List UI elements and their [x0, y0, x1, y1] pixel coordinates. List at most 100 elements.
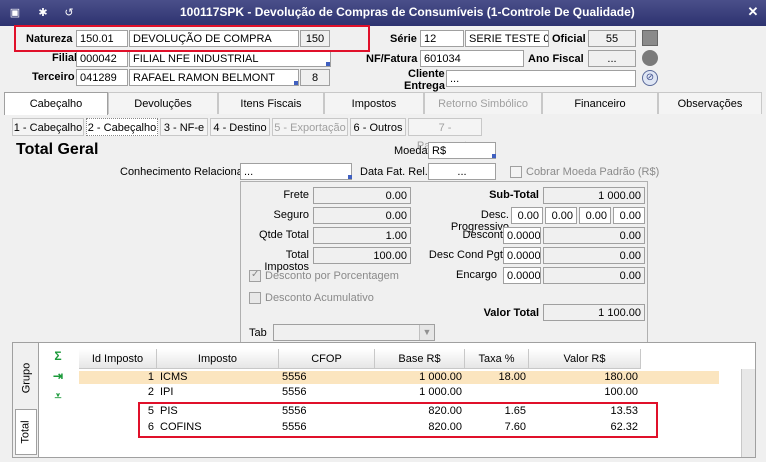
- column-header-imposto[interactable]: Imposto: [157, 349, 279, 369]
- tab-observacoes[interactable]: Observações: [658, 92, 762, 114]
- terceiro-num-field: 8: [300, 69, 330, 86]
- desc-cond-pgto-pct-field[interactable]: 0.0000: [503, 247, 541, 264]
- natureza-desc-field[interactable]: DEVOLUÇÃO DE COMPRA: [129, 30, 299, 47]
- natureza-code-field[interactable]: 150.01: [76, 30, 128, 47]
- cell-base: 1 000.00: [419, 371, 462, 383]
- export-icon[interactable]: ⇥: [51, 369, 65, 383]
- tab-cabecalho[interactable]: Cabeçalho: [4, 92, 108, 115]
- filial-code-field[interactable]: 000042: [76, 50, 128, 67]
- desconto-porcentagem-label: Desconto por Porcentagem: [265, 270, 399, 282]
- desc-progressivo-field-4[interactable]: 0.00: [613, 207, 645, 224]
- grid-tools: Σ ⇥ ⩡: [39, 343, 79, 457]
- serie-desc-field[interactable]: SERIE TESTE 01.1: [465, 30, 549, 47]
- fiscal-lookup-icon[interactable]: [642, 50, 658, 66]
- valor-total-field: 1 100.00: [543, 304, 645, 321]
- cliente-label: Cliente: [408, 68, 445, 80]
- desc-progressivo-field-1[interactable]: 0.00: [511, 207, 543, 224]
- table-row[interactable]: 1 ICMS 5556 1 000.00 18.00 180.00: [79, 371, 719, 384]
- tab-label: Tab: [249, 327, 267, 339]
- column-header-id[interactable]: Id Imposto: [79, 349, 157, 369]
- moeda-field[interactable]: R$: [428, 142, 496, 159]
- cobrar-moeda-checkbox[interactable]: [510, 166, 522, 178]
- column-header-cfop[interactable]: CFOP: [279, 349, 375, 369]
- cell-valor: 62.32: [610, 421, 638, 433]
- terceiro-code-field[interactable]: 041289: [76, 69, 128, 86]
- tab-financeiro[interactable]: Financeiro: [542, 92, 658, 114]
- ano-fiscal-field[interactable]: ...: [588, 50, 636, 67]
- desconto-acumulativo-checkbox[interactable]: [249, 292, 261, 304]
- window-title: 100117SPK - Devolução de Compras de Cons…: [180, 5, 635, 19]
- cell-base: 820.00: [428, 405, 462, 417]
- filial-desc-field[interactable]: FILIAL NFE INDUSTRIAL: [129, 50, 331, 67]
- desconto-pct-field[interactable]: 0.0000: [503, 227, 541, 244]
- filter-down-icon[interactable]: ⩡: [51, 389, 65, 403]
- traffic-light-icon[interactable]: ✱: [36, 6, 50, 20]
- desconto-label: Desconto: [462, 229, 509, 241]
- subtab-4-destino[interactable]: 4 - Destino: [210, 118, 270, 136]
- qtde-total-label: Qtde Total: [259, 229, 309, 241]
- subtotal-label: Sub-Total: [489, 189, 539, 201]
- subtab-1-cabecalho[interactable]: 1 - Cabeçalho: [12, 118, 84, 136]
- serie-label: Série: [390, 33, 417, 45]
- tab-select[interactable]: [273, 324, 435, 341]
- cell-taxa: 18.00: [498, 371, 526, 383]
- tab-devolucoes[interactable]: Devoluções: [108, 92, 218, 114]
- lookup-marker-icon: [348, 175, 352, 179]
- section-title: Total Geral: [16, 141, 99, 158]
- desconto-value-field: 0.00: [543, 227, 645, 244]
- subtotal-field: 1 000.00: [543, 187, 645, 204]
- desconto-porcentagem-checkbox[interactable]: ✓: [249, 269, 261, 282]
- subtab-2-cabecalho[interactable]: 2 - Cabeçalho: [86, 118, 158, 136]
- title-bar: ▣ ✱ ↺ 100117SPK - Devolução de Compras d…: [0, 0, 766, 26]
- side-tab-grupo[interactable]: Grupo: [15, 349, 37, 407]
- subtab-5-exportacao: 5 - Exportação: [272, 118, 348, 136]
- lookup-marker-icon: [492, 154, 496, 158]
- link-icon[interactable]: ⊘: [642, 70, 658, 86]
- frete-field[interactable]: 0.00: [313, 187, 411, 204]
- nf-field[interactable]: 601034: [420, 50, 524, 67]
- grid-scrollbar[interactable]: [741, 369, 755, 457]
- subtab-6-outros[interactable]: 6 - Outros: [350, 118, 406, 136]
- table-row[interactable]: 5 PIS 5556 820.00 1.65 13.53: [79, 405, 719, 418]
- desc-progressivo-field-2[interactable]: 0.00: [545, 207, 577, 224]
- cell-valor: 13.53: [610, 405, 638, 417]
- lookup-marker-icon: [326, 62, 330, 66]
- seguro-field[interactable]: 0.00: [313, 207, 411, 224]
- nf-label: NF/Fatura: [366, 53, 418, 65]
- valor-total-label: Valor Total: [483, 307, 539, 319]
- grid-side-tabs: Grupo Total: [13, 343, 39, 457]
- close-button[interactable]: ✕: [746, 5, 760, 19]
- sum-icon[interactable]: Σ: [51, 349, 65, 363]
- cell-cfop: 5556: [282, 371, 307, 383]
- column-header-base[interactable]: Base R$: [375, 349, 465, 369]
- main-tabs: Cabeçalho Devoluções Itens Fiscais Impos…: [4, 92, 762, 115]
- table-row[interactable]: 2 IPI 5556 1 000.00 100.00: [79, 386, 719, 399]
- conhecimento-field[interactable]: ...: [240, 163, 352, 180]
- data-fat-label: Data Fat. Rel.: [360, 166, 428, 178]
- frete-label: Frete: [283, 189, 309, 201]
- side-tab-total[interactable]: Total: [15, 409, 37, 455]
- tab-itens-fiscais[interactable]: Itens Fiscais: [218, 92, 324, 114]
- encargo-pct-field[interactable]: 0.0000: [503, 267, 541, 284]
- cell-cfop: 5556: [282, 405, 307, 417]
- table-row[interactable]: 6 COFINS 5556 820.00 7.60 62.32: [79, 421, 719, 434]
- terceiro-desc-field[interactable]: RAFAEL RAMON BELMONT: [129, 69, 299, 86]
- subtab-3-nfe[interactable]: 3 - NF-e: [160, 118, 208, 136]
- data-fat-field[interactable]: ...: [428, 163, 496, 180]
- chevron-down-icon[interactable]: ▼: [419, 325, 434, 340]
- help-icon[interactable]: ↺: [62, 6, 76, 20]
- tab-impostos[interactable]: Impostos: [324, 92, 424, 114]
- cell-imposto: ICMS: [160, 371, 188, 383]
- qtde-total-field: 1.00: [313, 227, 411, 244]
- oficial-field: 55: [588, 30, 636, 47]
- total-impostos-field: 100.00: [313, 247, 411, 264]
- column-header-valor[interactable]: Valor R$: [529, 349, 641, 369]
- terceiro-label: Terceiro: [32, 71, 75, 83]
- serie-code-field[interactable]: 12: [420, 30, 464, 47]
- column-header-taxa[interactable]: Taxa %: [465, 349, 529, 369]
- cliente-entrega-field[interactable]: ...: [446, 70, 636, 87]
- cell-id: 1: [147, 371, 154, 383]
- filial-label: Filial: [52, 52, 78, 64]
- app-menu-icon[interactable]: ▣: [8, 6, 22, 20]
- desc-progressivo-field-3[interactable]: 0.00: [579, 207, 611, 224]
